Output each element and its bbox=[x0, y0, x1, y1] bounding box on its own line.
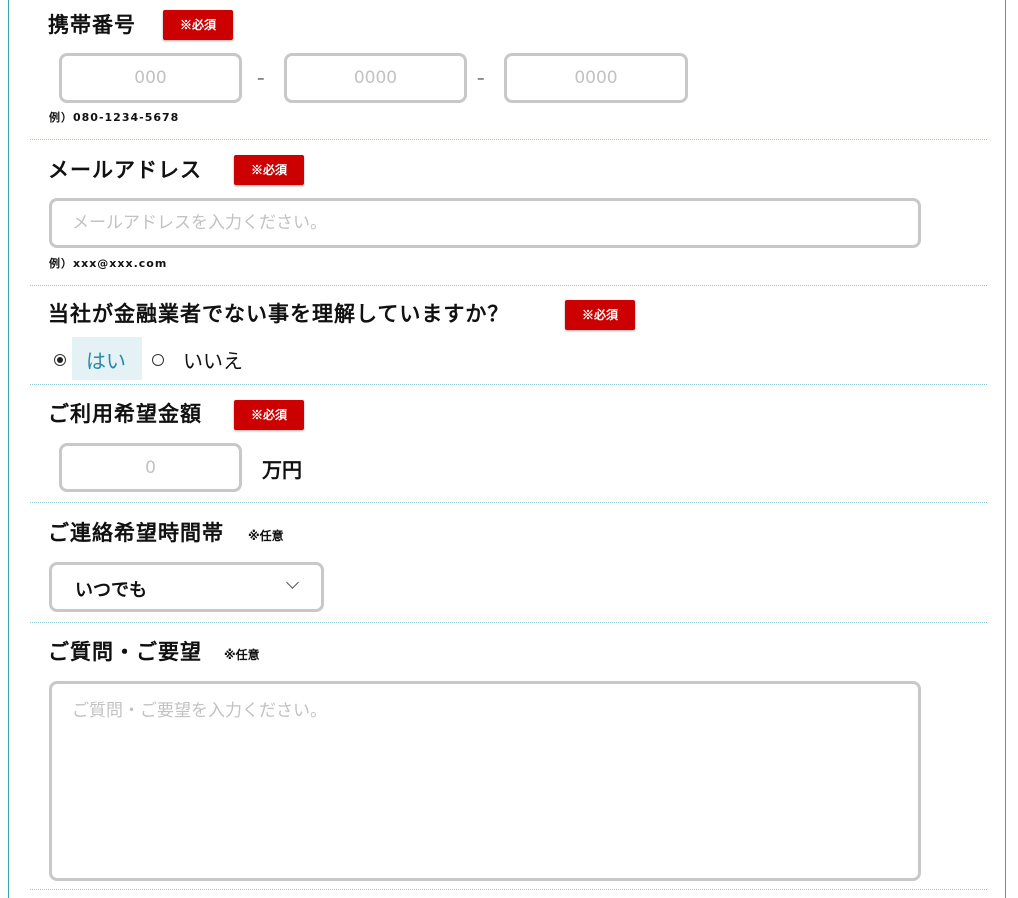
contact-time-label: ご連絡希望時間帯 bbox=[48, 521, 224, 545]
radio-no-label[interactable]: いいえ bbox=[183, 345, 243, 374]
email-required-badge: ※必須 bbox=[234, 155, 304, 185]
questions-textarea[interactable] bbox=[49, 681, 921, 881]
divider bbox=[30, 889, 987, 890]
mobile-label: 携帯番号 bbox=[48, 13, 136, 37]
radio-no-button[interactable] bbox=[152, 354, 164, 366]
mobile-part2-input[interactable] bbox=[284, 53, 467, 103]
understanding-label: 当社が金融業者でない事を理解していますか？ bbox=[48, 302, 510, 326]
email-label: メールアドレス bbox=[48, 158, 202, 182]
email-input[interactable] bbox=[49, 198, 921, 248]
chevron-down-icon bbox=[286, 576, 299, 589]
divider bbox=[30, 502, 987, 503]
divider bbox=[30, 285, 987, 286]
mobile-separator-1: – bbox=[257, 69, 265, 87]
radio-yes-label[interactable]: はい bbox=[86, 345, 126, 374]
questions-label: ご質問・ご要望 bbox=[48, 640, 202, 664]
divider bbox=[30, 622, 987, 623]
amount-unit-label: 万円 bbox=[262, 458, 302, 482]
divider bbox=[30, 139, 987, 140]
contact-time-optional-tag: ※任意 bbox=[248, 529, 284, 543]
questions-optional-tag: ※任意 bbox=[224, 648, 260, 662]
mobile-example-text: 例）080-1234-5678 bbox=[49, 111, 180, 124]
amount-label: ご利用希望金額 bbox=[48, 402, 202, 426]
mobile-part1-input[interactable] bbox=[59, 53, 242, 103]
contact-time-selected-value: いつでも bbox=[75, 580, 147, 601]
mobile-part3-input[interactable] bbox=[504, 53, 688, 103]
understanding-required-badge: ※必須 bbox=[565, 300, 635, 330]
contact-time-select[interactable]: いつでも bbox=[49, 562, 324, 612]
email-example-text: 例）xxx@xxx.com bbox=[49, 257, 168, 270]
radio-yes-button[interactable] bbox=[54, 354, 66, 366]
mobile-required-badge: ※必須 bbox=[163, 10, 233, 40]
amount-input[interactable] bbox=[59, 443, 242, 492]
divider bbox=[30, 384, 987, 385]
mobile-separator-2: – bbox=[477, 69, 485, 87]
amount-required-badge: ※必須 bbox=[234, 400, 304, 430]
